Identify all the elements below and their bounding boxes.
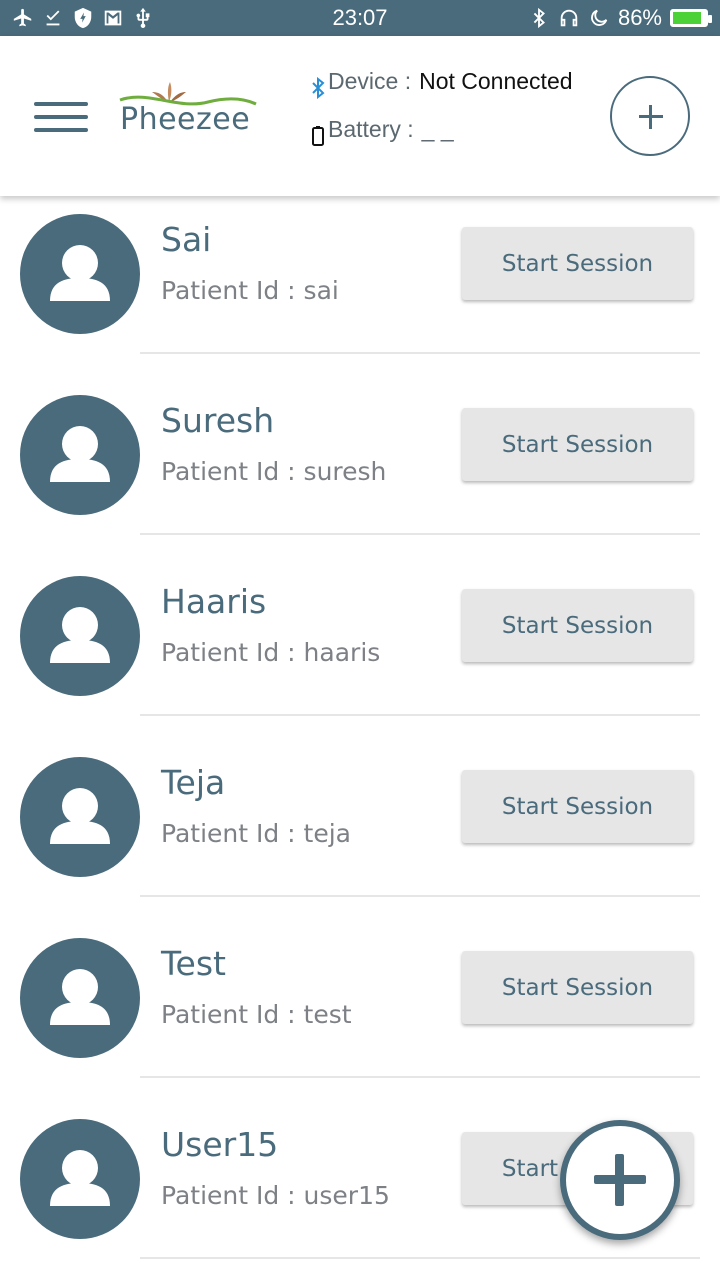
patient-avatar <box>20 938 140 1058</box>
battery-status-row: Battery : _ _ <box>310 116 573 156</box>
plus-icon <box>566 1126 674 1234</box>
battery-icon <box>670 9 712 27</box>
patient-id: Patient Id : suresh <box>161 457 387 486</box>
connect-device-button[interactable] <box>610 76 690 156</box>
bluetooth-icon <box>312 77 325 99</box>
app-header: Pheezee Device : Not Connected Battery :… <box>0 36 720 196</box>
patient-name: Suresh <box>161 401 275 440</box>
divider <box>140 533 700 535</box>
divider <box>140 895 700 897</box>
start-session-button[interactable]: Start Session <box>462 227 693 300</box>
person-icon <box>50 607 110 663</box>
person-icon <box>50 1150 110 1206</box>
patient-list-item[interactable]: Teja Patient Id : teja Start Session <box>0 739 720 920</box>
menu-button[interactable] <box>34 102 88 134</box>
patient-list: Sai Patient Id : sai Start Session Suresh Pa… <box>0 196 720 1280</box>
device-status-value: Not Connected <box>419 68 573 94</box>
moon-icon <box>591 9 608 26</box>
patient-avatar <box>20 757 140 877</box>
status-bar: 23:07 86% <box>0 0 720 36</box>
person-icon <box>50 969 110 1025</box>
start-session-button[interactable]: Start Session <box>462 589 693 662</box>
patient-id: Patient Id : haaris <box>161 638 381 667</box>
logo-text: Pheezee <box>120 102 251 137</box>
person-icon <box>50 788 110 844</box>
battery-percent: 86% <box>617 5 662 30</box>
patient-list-item[interactable]: Test Patient Id : test Start Session <box>0 920 720 1101</box>
person-icon <box>50 426 110 482</box>
patient-list-item[interactable]: Haaris Patient Id : haaris Start Session <box>0 558 720 739</box>
device-info: Device : Not Connected Battery : _ _ <box>310 68 573 156</box>
menu-icon-bar <box>34 115 88 119</box>
battery-value: _ _ <box>421 116 454 142</box>
person-icon <box>50 245 110 301</box>
system-icons: 86% <box>528 5 712 31</box>
patient-id: Patient Id : test <box>161 1000 352 1029</box>
patient-id: Patient Id : teja <box>161 819 352 848</box>
patient-id: Patient Id : user15 <box>161 1181 390 1210</box>
device-status-row: Device : Not Connected <box>310 68 573 108</box>
battery-icon <box>312 126 324 146</box>
patient-list-item[interactable]: Suresh Patient Id : suresh Start Session <box>0 377 720 558</box>
headset-icon <box>560 9 578 27</box>
start-session-button[interactable]: Start Session <box>462 951 693 1024</box>
pheezee-logo: Pheezee <box>118 80 263 150</box>
patient-name: Haaris <box>161 582 267 621</box>
divider <box>140 1076 700 1078</box>
patient-avatar <box>20 214 140 334</box>
add-patient-button[interactable] <box>560 1120 680 1240</box>
menu-icon <box>34 102 88 106</box>
divider <box>140 714 700 716</box>
patient-name: User15 <box>161 1125 279 1164</box>
battery-fill <box>673 12 701 24</box>
patient-list-item[interactable]: Sai Patient Id : sai Start Session <box>0 196 720 377</box>
divider <box>140 352 700 354</box>
divider <box>140 1257 700 1259</box>
patient-name: Teja <box>161 763 226 802</box>
patient-name: Sai <box>161 220 212 259</box>
patient-avatar <box>20 395 140 515</box>
patient-avatar <box>20 1119 140 1239</box>
bluetooth-icon <box>533 7 545 29</box>
device-label: Device : <box>328 68 412 94</box>
battery-label: Battery : <box>328 116 414 142</box>
start-session-button[interactable]: Start Session <box>462 770 693 843</box>
patient-id: Patient Id : sai <box>161 276 339 305</box>
patient-avatar <box>20 576 140 696</box>
menu-icon-bar <box>34 128 88 132</box>
start-session-button[interactable]: Start Session <box>462 408 693 481</box>
patient-name: Test <box>161 944 226 983</box>
